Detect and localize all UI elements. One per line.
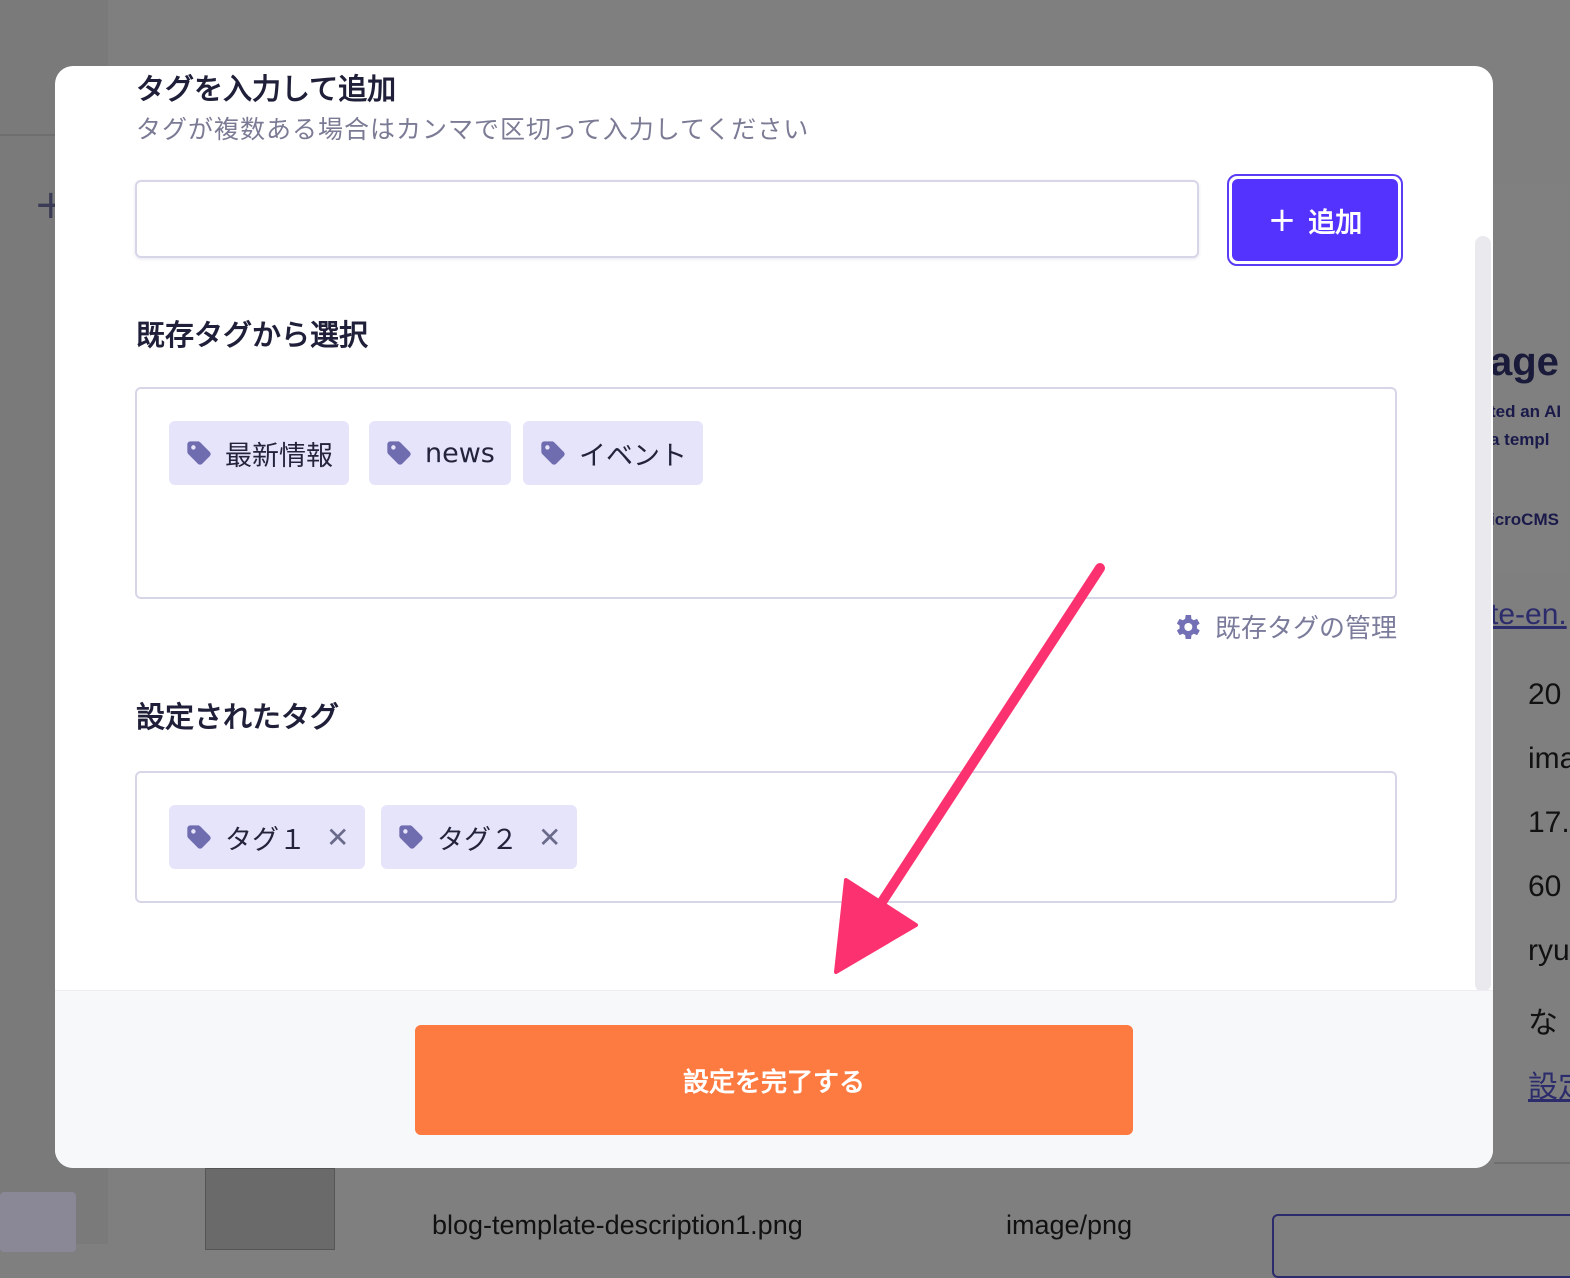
background-value: ima [1528, 742, 1570, 775]
background-link: te-en. [1490, 598, 1567, 631]
tag-icon [187, 441, 211, 465]
background-button [1272, 1214, 1570, 1278]
background-sidebar-card [0, 1192, 76, 1252]
existing-tags-box: 最新情報 news イベント [135, 387, 1397, 599]
input-section-title: タグを入力して追加 [136, 72, 397, 106]
tag-label: news [425, 437, 495, 469]
add-button-label: 追加 [1308, 207, 1363, 239]
background-file-thumbnail [205, 1168, 335, 1250]
background-link: 設定 [1528, 1071, 1570, 1104]
background-value: な [1528, 1007, 1558, 1040]
existing-tag-chip[interactable]: news [369, 421, 511, 485]
selected-tag-chip: タグ１ ✕ [169, 805, 366, 869]
tag-icon [541, 441, 565, 465]
gear-icon [1176, 614, 1200, 639]
background-value: 17.4 [1528, 806, 1570, 839]
background-file-type: image/png [1006, 1210, 1133, 1240]
tag-label: イベント [579, 440, 687, 472]
input-hint: タグが複数ある場合はカンマで区切って入力してください [136, 115, 810, 144]
background-value: 20 [1528, 678, 1562, 711]
background-file-name: blog-template-description1.png [432, 1210, 803, 1240]
background-value: 60 [1528, 870, 1562, 903]
selected-tags-box: タグ１ ✕ タグ２ ✕ [135, 771, 1397, 903]
manage-tags-link[interactable]: 既存タグの管理 [1171, 608, 1397, 645]
tag-icon [399, 825, 423, 849]
modal-scrollbar[interactable] [1475, 236, 1491, 992]
background-preview-line: ted an AI [1490, 402, 1562, 421]
modal-footer: 設定を完了する [55, 990, 1493, 1168]
background-preview-line: a templ [1490, 430, 1550, 449]
existing-section-title: 既存タグから選択 [136, 318, 369, 352]
existing-tag-chip[interactable]: 最新情報 [169, 421, 349, 485]
tag-settings-modal: タグを入力して追加 タグが複数ある場合はカンマで区切って入力してください + 追… [55, 66, 1493, 1168]
close-icon[interactable]: ✕ [326, 821, 349, 854]
tag-input[interactable] [135, 180, 1199, 258]
close-icon[interactable]: ✕ [538, 821, 561, 854]
plus-icon: + [1267, 200, 1297, 240]
existing-tag-chip[interactable]: イベント [523, 421, 703, 485]
tag-icon [187, 825, 211, 849]
background-divider [1494, 1162, 1570, 1164]
manage-tags-label: 既存タグの管理 [1214, 614, 1397, 644]
background-value: ryu [1528, 934, 1570, 967]
background-preview-heading: age ( [1490, 340, 1570, 384]
background-preview-line: icroCMS [1490, 510, 1559, 529]
add-button-focus-ring: + 追加 [1227, 174, 1403, 266]
tag-label: 最新情報 [225, 440, 333, 472]
selected-section-title: 設定されたタグ [136, 700, 340, 734]
add-tag-button[interactable]: + 追加 [1232, 179, 1398, 261]
selected-tag-chip: タグ２ ✕ [381, 805, 578, 869]
tag-label: タグ２ [437, 824, 518, 856]
tag-label: タグ１ [225, 824, 306, 856]
complete-settings-button[interactable]: 設定を完了する [415, 1025, 1133, 1135]
tag-icon [387, 441, 411, 465]
